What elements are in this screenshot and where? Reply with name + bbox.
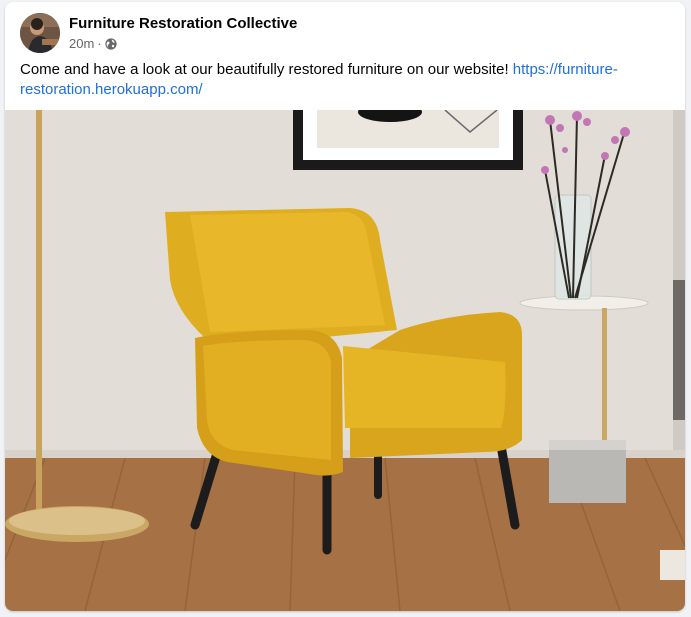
avatar-image — [20, 13, 60, 53]
lamp-pole — [36, 110, 42, 520]
post-message: Come and have a look at our beautifully … — [20, 60, 640, 100]
meta-separator: · — [97, 36, 102, 51]
side-table-leg — [602, 308, 607, 448]
author-avatar[interactable] — [20, 13, 60, 53]
feed-post: Furniture Restoration Collective 20m · C… — [5, 2, 685, 611]
lamp-base-top — [9, 507, 145, 535]
side-object — [673, 280, 685, 420]
rug-corner — [660, 550, 685, 580]
post-photo[interactable] — [5, 110, 685, 611]
side-table-base-top — [549, 440, 626, 450]
post-text: Come and have a look at our beautifully … — [20, 61, 513, 78]
post-meta: 20m · — [69, 36, 117, 51]
globe-icon[interactable] — [105, 38, 117, 50]
post-timestamp[interactable]: 20m — [69, 36, 94, 51]
author-name[interactable]: Furniture Restoration Collective — [69, 15, 297, 32]
